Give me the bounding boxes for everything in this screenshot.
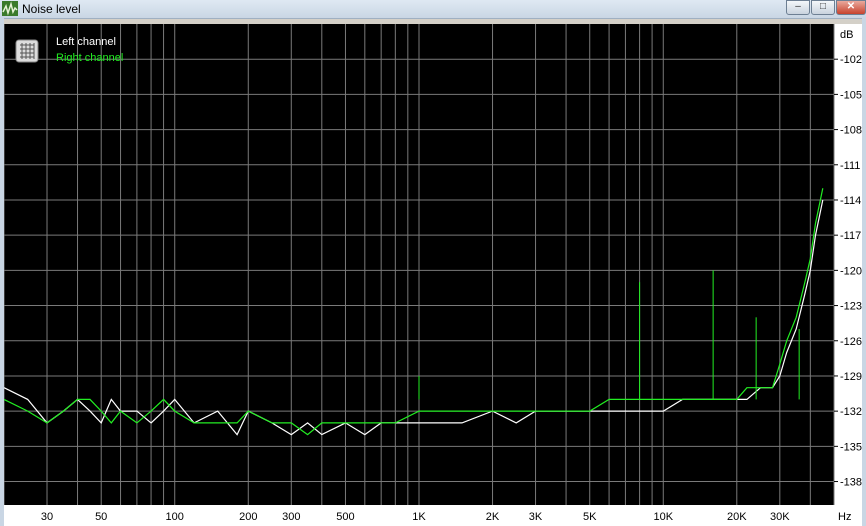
legend-right-channel: Right channel xyxy=(56,52,123,64)
title-bar: Noise level – □ ✕ xyxy=(0,0,866,19)
x-tick-label: 1K xyxy=(412,511,426,523)
x-unit-label: Hz xyxy=(838,511,851,523)
y-tick-label: -123 xyxy=(840,301,862,313)
noise-level-chart: -102 -105 -108 -111 -114 -117 -120 -123 -126 -129… xyxy=(4,24,862,526)
waveform-app-icon xyxy=(2,1,18,16)
x-tick-label: 500 xyxy=(336,511,354,523)
x-tick-label: 300 xyxy=(282,511,300,523)
y-tick-label: -105 xyxy=(840,89,862,101)
y-tick-label: -120 xyxy=(840,265,862,277)
maximize-button[interactable]: □ xyxy=(811,0,835,15)
y-tick-label: -111 xyxy=(840,160,860,172)
y-unit-label: dB xyxy=(840,29,853,41)
x-tick-label: 20K xyxy=(727,511,747,523)
y-tick-label: -114 xyxy=(840,195,861,207)
x-tick-label: 10K xyxy=(653,511,673,523)
x-tick-label: 50 xyxy=(95,511,107,523)
x-tick-label: 30K xyxy=(770,511,790,523)
window-frame-right xyxy=(862,18,866,526)
x-tick-label: 100 xyxy=(166,511,184,523)
y-tick-label: -135 xyxy=(840,441,862,453)
x-tick-label: 200 xyxy=(239,511,257,523)
y-tick-label: -129 xyxy=(840,371,862,383)
y-tick-label: -126 xyxy=(840,336,862,348)
legend-left-channel: Left channel xyxy=(56,36,116,48)
minimize-button[interactable]: – xyxy=(786,0,810,15)
y-tick-label: -138 xyxy=(840,477,862,489)
window-title: Noise level xyxy=(22,2,81,16)
x-tick-label: 3K xyxy=(529,511,543,523)
y-tick-label: -108 xyxy=(840,125,862,137)
close-button[interactable]: ✕ xyxy=(836,0,866,15)
y-tick-label: -117 xyxy=(840,230,861,242)
x-tick-label: 30 xyxy=(41,511,53,523)
y-tick-label: -132 xyxy=(840,406,862,418)
y-tick-label: -102 xyxy=(840,54,862,66)
x-tick-label: 2K xyxy=(486,511,500,523)
x-tick-label: 5K xyxy=(583,511,597,523)
grid-icon[interactable] xyxy=(15,39,39,63)
